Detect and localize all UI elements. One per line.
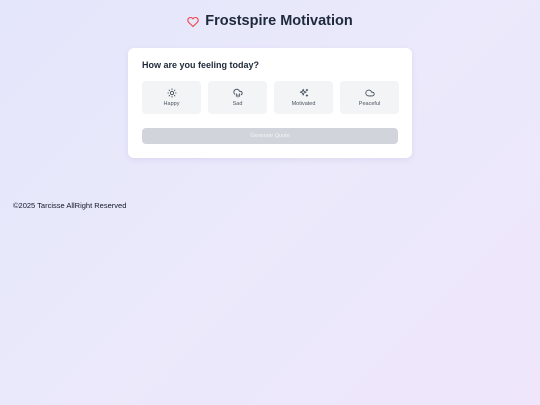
heart-icon: [187, 16, 200, 27]
mood-question: How are you feeling today?: [142, 60, 260, 70]
app-header: Frostspire Motivation: [0, 11, 540, 31]
mood-options: Happy Sad Motivated Peaceful: [142, 81, 399, 114]
cloud-icon: [364, 89, 375, 97]
mood-happy-button[interactable]: Happy: [142, 81, 201, 114]
mood-motivated-button[interactable]: Motivated: [274, 81, 333, 114]
cloud-rain-icon: [232, 88, 243, 98]
page-title: Frostspire Motivation: [205, 13, 353, 29]
generate-quote-button[interactable]: Generate Quote: [142, 128, 398, 144]
mood-label: Happy: [163, 101, 180, 107]
mood-label: Peaceful: [358, 101, 381, 107]
mood-sad-button[interactable]: Sad: [208, 81, 267, 114]
mood-label: Motivated: [291, 101, 316, 107]
sparkles-icon: [299, 88, 308, 97]
mood-card: How are you feeling today? Happy Sad Mot…: [128, 48, 412, 158]
mood-label: Sad: [232, 101, 243, 107]
mood-peaceful-button[interactable]: Peaceful: [340, 81, 399, 114]
footer-copyright: ©2025 Tarcisse AllRight Reserved: [13, 201, 127, 210]
sun-icon: [166, 88, 177, 98]
